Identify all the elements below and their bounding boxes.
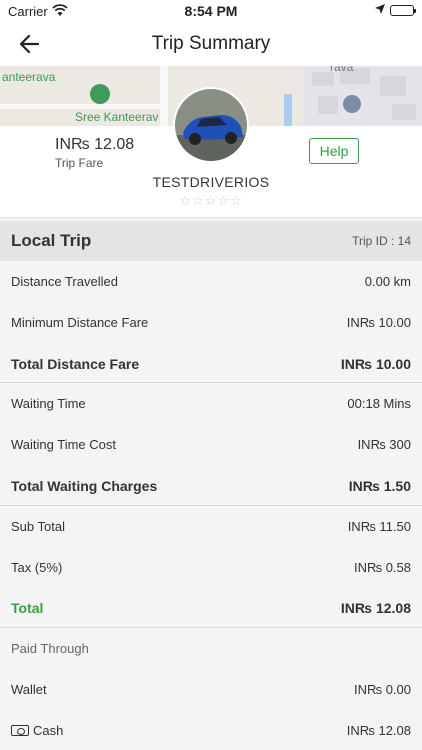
row-value: IN₨ 0.58	[353, 559, 411, 575]
row-label: Waiting Time Cost	[11, 437, 116, 453]
driver-avatar	[175, 89, 247, 161]
trip-id: Trip ID : 14	[352, 234, 411, 248]
map-label: anteerava	[2, 70, 56, 84]
fare-breakdown: Distance Travelled 0.00 km Minimum Dista…	[0, 261, 422, 750]
row-label: Wallet	[11, 681, 47, 697]
fare-row: Minimum Distance Fare IN₨ 10.00	[0, 302, 422, 343]
status-bar: Carrier 8:54 PM	[0, 0, 422, 22]
row-label: Total Distance Fare	[11, 355, 140, 372]
row-value: IN₨ 12.08	[346, 722, 411, 738]
fare-row: Tax (5%) IN₨ 0.58	[0, 547, 422, 588]
row-label: Total	[11, 600, 44, 617]
row-value: IN₨ 0.00	[353, 681, 411, 697]
row-label: Paid Through	[11, 641, 89, 657]
rating-stars: ☆☆☆☆☆	[179, 193, 243, 208]
row-label: Minimum Distance Fare	[11, 314, 149, 330]
paid-through-header: Paid Through	[0, 628, 422, 669]
row-label: Cash	[33, 722, 64, 738]
trip-fare-amount: IN₨ 12.08	[55, 136, 135, 153]
trip-fare-label: Trip Fare	[55, 156, 104, 170]
row-value: IN₨ 1.50	[348, 477, 411, 494]
driver-name: TESTDRIVERIOS	[152, 174, 270, 190]
page-title: Trip Summary	[151, 33, 271, 54]
battery-icon	[390, 5, 416, 16]
fare-row-total-waiting: Total Waiting Charges IN₨ 1.50	[0, 465, 422, 506]
trip-section-header: Local Trip Trip ID : 14	[0, 221, 422, 261]
fare-row-total: Total IN₨ 12.08	[0, 587, 422, 629]
clock: 8:54 PM	[184, 3, 238, 19]
cash-icon	[11, 724, 29, 736]
row-value: 0.00 km	[364, 274, 411, 289]
row-label: Sub Total	[11, 518, 65, 534]
fare-row-total-distance: Total Distance Fare IN₨ 10.00	[0, 343, 422, 384]
row-label: Waiting Time	[11, 396, 86, 412]
payment-row-wallet: Wallet IN₨ 0.00	[0, 669, 422, 710]
map-label: rava	[330, 66, 354, 74]
payment-row-cash: Cash IN₨ 12.08	[0, 710, 422, 750]
fare-row: Sub Total IN₨ 11.50	[0, 506, 422, 547]
row-value: IN₨ 300	[357, 437, 411, 453]
row-label: Distance Travelled	[11, 274, 118, 289]
row-value: IN₨ 10.00	[346, 314, 411, 330]
fare-row: Waiting Time 00:18 Mins	[0, 383, 422, 424]
map-label: Sree Kanteerav	[75, 110, 159, 124]
trip-type: Local Trip	[11, 231, 92, 250]
fare-row: Distance Travelled 0.00 km	[0, 261, 422, 302]
navigation-bar: Trip Summary	[0, 22, 422, 66]
help-button[interactable]: Help	[309, 138, 359, 164]
row-value: 00:18 Mins	[347, 396, 411, 412]
fare-row: Waiting Time Cost IN₨ 300	[0, 424, 422, 465]
row-value: IN₨ 11.50	[347, 518, 411, 534]
row-label: Tax (5%)	[11, 559, 63, 575]
location-arrow-icon	[374, 3, 386, 18]
row-label: Total Waiting Charges	[11, 477, 158, 494]
row-value: IN₨ 12.08	[340, 600, 411, 617]
row-value: IN₨ 10.00	[340, 355, 411, 372]
